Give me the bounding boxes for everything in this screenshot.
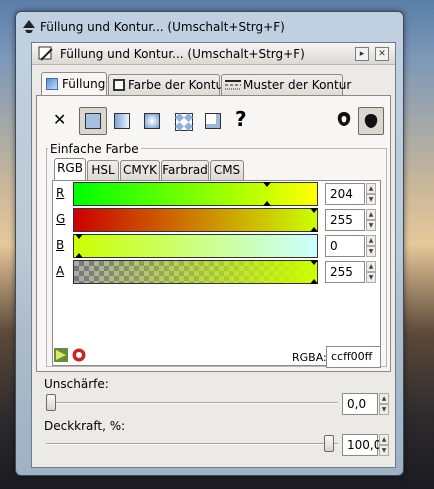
channel-r-slider[interactable] <box>73 182 318 206</box>
fill-rule-nonzero-button[interactable] <box>358 107 384 135</box>
rgba-entry[interactable]: ccff00ff <box>326 346 381 368</box>
blur-label: Unschärfe: <box>44 377 109 391</box>
opacity-slider-handle[interactable] <box>324 435 334 452</box>
tab-fill-label: Füllung <box>62 77 106 91</box>
channel-g-marker-bottom <box>310 227 318 232</box>
tab-hsl[interactable]: HSL <box>87 160 119 180</box>
channel-a-label: A <box>56 264 65 278</box>
channel-b-spinner[interactable]: ▲ ▼ <box>366 235 376 257</box>
tab-stroke-style[interactable]: Muster der Kontur <box>221 74 351 96</box>
stroke-style-icon <box>225 80 241 90</box>
tab-cms[interactable]: CMS <box>210 160 244 180</box>
tab-stroke-paint[interactable]: Farbe der Kontur <box>108 74 228 96</box>
swatch-button[interactable] <box>201 109 225 133</box>
fill-rule-evenodd-icon[interactable] <box>336 110 352 128</box>
blur-spinner[interactable]: ▲ ▼ <box>379 393 389 415</box>
tab-farbrad[interactable]: Farbrad <box>161 160 209 180</box>
pattern-button[interactable] <box>171 109 195 133</box>
channel-r-value[interactable]: 204 <box>325 183 365 205</box>
channel-g-slider[interactable] <box>73 208 318 232</box>
blur-value[interactable]: 0,0 <box>342 393 378 415</box>
opacity-track <box>46 443 338 445</box>
dock-iconify-button[interactable]: ▸ <box>355 47 369 61</box>
flat-color-frame-label: Einfache Farbe <box>48 142 141 156</box>
fill-tab-icon <box>46 78 58 90</box>
opacity-spinner[interactable]: ▲ ▼ <box>379 434 389 456</box>
out-of-gamut-icon <box>72 348 86 362</box>
blur-track <box>46 402 338 404</box>
channel-g-label: G <box>56 212 66 226</box>
no-paint-button[interactable]: ✕ <box>53 108 69 132</box>
tab-stroke-paint-label: Farbe der Kontur <box>128 78 229 92</box>
channel-a-slider[interactable] <box>73 260 318 284</box>
tab-stroke-style-label: Muster der Kontur <box>243 78 352 92</box>
color-managed-icon <box>54 348 68 362</box>
channel-g-value[interactable]: 255 <box>325 209 365 231</box>
dock-title: Füllung und Kontur... (Umschalt+Strg+F) <box>60 47 305 61</box>
pattern-icon <box>175 113 193 131</box>
channel-g-spinner[interactable]: ▲ ▼ <box>366 209 376 231</box>
linear-gradient-icon <box>114 113 130 129</box>
dock-close-button[interactable]: ✕ <box>375 47 389 61</box>
linear-gradient-button[interactable] <box>110 109 134 133</box>
tab-rgb[interactable]: RGB <box>54 158 86 180</box>
stroke-paint-icon <box>113 79 125 91</box>
tab-cmyk[interactable]: CMYK <box>120 160 160 180</box>
radial-gradient-button[interactable] <box>140 109 164 133</box>
channel-r-marker-top <box>263 182 271 187</box>
tab-fill[interactable]: Füllung <box>41 72 107 96</box>
channel-b-label: B <box>56 238 65 252</box>
channel-b-slider[interactable] <box>73 234 318 258</box>
swatch-icon <box>205 113 221 129</box>
rgba-label: RGBA: <box>292 351 327 364</box>
opacity-value[interactable]: 100,0 <box>342 434 381 456</box>
channel-r-label: R <box>56 186 65 200</box>
inkscape-icon <box>23 20 35 33</box>
channel-b-marker-top <box>75 234 83 239</box>
window-title: Füllung und Kontur... (Umschalt+Strg+F) <box>40 20 285 34</box>
channel-a-spinner[interactable]: ▲ ▼ <box>366 261 376 283</box>
fill-rule-nonzero-icon <box>364 114 378 128</box>
radial-gradient-icon <box>144 113 160 129</box>
unset-paint-button[interactable]: ? <box>235 106 251 132</box>
blur-slider-handle[interactable] <box>46 394 56 411</box>
channel-r-marker-bottom <box>263 201 271 206</box>
channel-a-value[interactable]: 255 <box>325 261 365 283</box>
channel-a-marker-bottom <box>310 279 318 284</box>
channel-a-marker-top <box>310 260 318 265</box>
channel-b-value[interactable]: 0 <box>325 235 365 257</box>
channel-b-marker-bottom <box>75 253 83 258</box>
flat-color-button[interactable] <box>79 107 107 135</box>
opacity-label: Deckkraft, %: <box>44 419 126 433</box>
fill-stroke-icon <box>38 46 53 61</box>
channel-g-marker-top <box>310 208 318 213</box>
flat-color-icon <box>85 113 101 129</box>
channel-r-spinner[interactable]: ▲ ▼ <box>366 183 376 205</box>
